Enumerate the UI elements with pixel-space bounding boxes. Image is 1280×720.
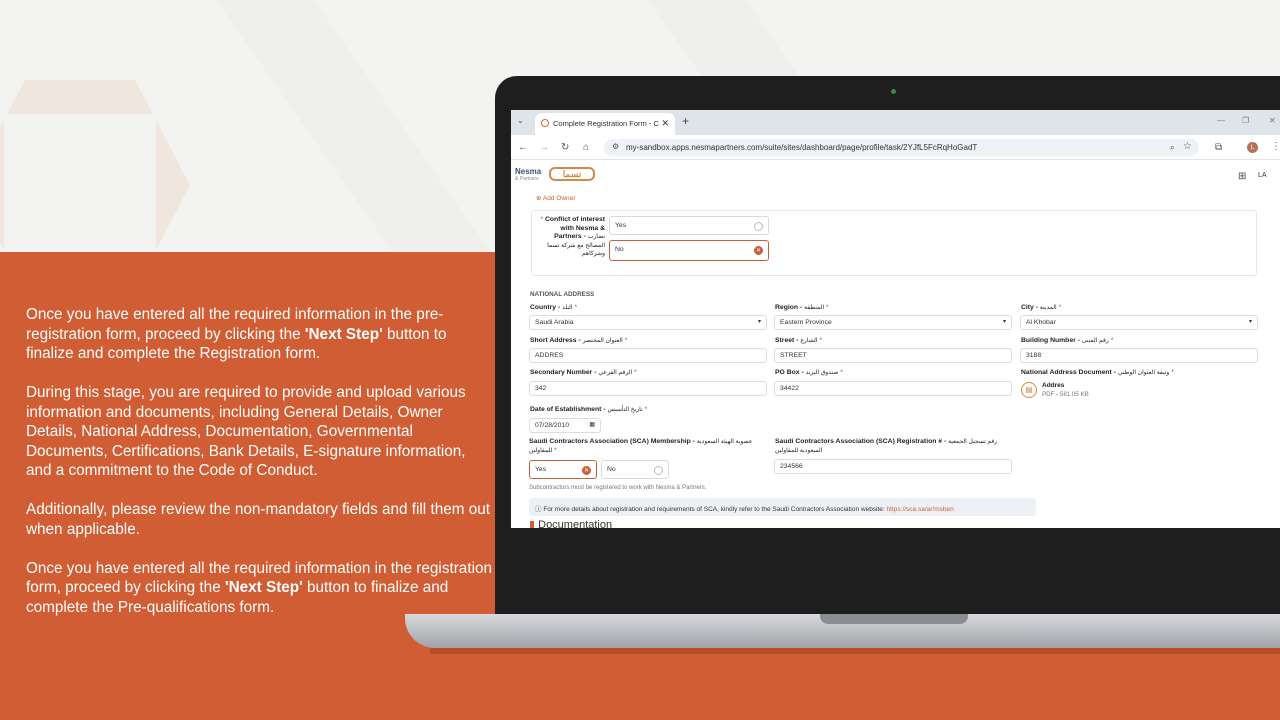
sca-website-link[interactable]: https://sca.sa/ar/msben: [887, 506, 954, 513]
new-tab-icon[interactable]: +: [682, 114, 689, 128]
chevron-down-icon: ▾: [1002, 319, 1006, 325]
restore-icon[interactable]: ❐: [1242, 116, 1249, 125]
conflict-option-yes[interactable]: Yes: [609, 216, 769, 235]
browser-tab[interactable]: Complete Registration Form - C ✕: [535, 113, 675, 135]
sca-info-banner: ⓘ For more details about registration an…: [529, 498, 1036, 516]
add-owner-link[interactable]: ⊕ Add Owner: [536, 194, 575, 202]
tab-title: Complete Registration Form - C: [553, 119, 659, 128]
paragraph: Once you have entered all the required i…: [26, 559, 492, 616]
date-of-establishment-label: Date of Establishment - تاريخ التأسيس *: [530, 406, 648, 413]
po-box-label: PO Box - صندوق البريد *: [775, 369, 843, 376]
country-label: Country - البلد *: [530, 304, 578, 311]
conflict-label: * Conflict of interest with Nesma & Part…: [540, 216, 605, 257]
region-label: Region - المنطقة *: [775, 304, 829, 311]
calendar-icon[interactable]: ▦: [589, 421, 595, 428]
close-tab-icon[interactable]: ✕: [661, 118, 669, 129]
date-of-establishment-input[interactable]: 07/28/2010 ▦: [529, 418, 601, 433]
browser-menu-icon[interactable]: ⋮: [1271, 141, 1280, 152]
radio-checked-icon: ✕: [754, 246, 763, 255]
extensions-icon[interactable]: ⧉: [1215, 142, 1222, 153]
sca-registration-label: Saudi Contractors Association (SCA) Regi…: [775, 438, 998, 454]
sca-option-yes[interactable]: Yes ✕: [529, 460, 597, 479]
paragraph: Additionally, please review the non-mand…: [26, 501, 490, 538]
pdf-file-icon[interactable]: ▤: [1021, 382, 1037, 398]
favicon-icon: [541, 119, 549, 127]
zoom-icon[interactable]: ⌕: [1170, 142, 1175, 153]
company-logo: Nesma & Partners نسما: [515, 167, 595, 182]
sca-note: Subcontractors must be registered to wor…: [529, 485, 707, 491]
browser-tab-bar: ⌄ Complete Registration Form - C ✕ + — ❐…: [511, 110, 1280, 135]
national-address-document-label: National Address Document - وثيقة العنوا…: [1021, 369, 1174, 376]
app-header: Nesma & Partners نسما ⊞ LA: [511, 160, 1280, 192]
back-icon[interactable]: ←: [518, 142, 528, 153]
building-number-input[interactable]: 3188: [1020, 348, 1258, 363]
radio-checked-icon: ✕: [582, 466, 591, 475]
short-address-input[interactable]: ADDRES: [529, 348, 767, 363]
laptop-notch: [820, 614, 968, 624]
slide-text: Once you have entered all the required i…: [26, 305, 494, 637]
laptop-shadow: [430, 648, 1280, 654]
city-label: City - المدينة *: [1021, 304, 1062, 311]
profile-avatar[interactable]: L: [1247, 142, 1258, 153]
document-icon: ▮: [529, 519, 536, 528]
chevron-down-icon: ▾: [757, 319, 761, 325]
document-meta: PDF - 581.05 KB: [1042, 391, 1089, 398]
url-text: my-sandbox.apps.nesmapartners.com/suite/…: [626, 143, 978, 152]
sca-option-no[interactable]: No: [601, 460, 669, 479]
minimize-icon[interactable]: —: [1217, 116, 1225, 125]
browser-toolbar: ← → ↻ ⌂ ⚙ my-sandbox.apps.nesmapartners.…: [511, 135, 1280, 160]
window-close-icon[interactable]: ✕: [1269, 116, 1276, 125]
sca-registration-input[interactable]: 234566: [774, 459, 1012, 474]
diagonal-decoration: [216, 0, 524, 252]
documentation-heading: ▮ Documentation: [529, 518, 612, 528]
radio-icon: [654, 466, 663, 475]
secondary-number-label: Secondary Number - الرقم الفرعي *: [530, 369, 637, 376]
home-icon[interactable]: ⌂: [583, 142, 589, 153]
document-name[interactable]: Addres: [1042, 382, 1064, 389]
bookmark-star-icon[interactable]: ☆: [1183, 141, 1192, 152]
street-input[interactable]: STREET: [774, 348, 1012, 363]
tab-search-icon[interactable]: ⌄: [517, 116, 524, 125]
city-select[interactable]: Al Khobar ▾: [1020, 315, 1258, 330]
hexagon-decoration: [0, 80, 190, 252]
forward-icon[interactable]: →: [539, 142, 549, 153]
user-initials[interactable]: LA: [1258, 172, 1267, 179]
po-box-input[interactable]: 34422: [774, 381, 1012, 396]
chevron-down-icon: ▾: [1248, 319, 1252, 325]
building-number-label: Building Number - رقم المبنى *: [1021, 337, 1114, 344]
webcam: [891, 89, 896, 94]
paragraph: During this stage, you are required to p…: [26, 384, 466, 479]
sca-membership-label: Saudi Contractors Association (SCA) Memb…: [529, 438, 753, 454]
conflict-option-no[interactable]: No ✕: [609, 240, 769, 261]
site-settings-icon[interactable]: ⚙: [612, 142, 619, 151]
short-address-label: Short Address - العنوان المختصر *: [530, 337, 628, 344]
reload-icon[interactable]: ↻: [561, 142, 569, 153]
radio-icon: [754, 222, 763, 231]
national-address-heading: NATIONAL ADDRESS: [530, 291, 595, 298]
secondary-number-input[interactable]: 342: [529, 381, 767, 396]
country-select[interactable]: Saudi Arabia ▾: [529, 315, 767, 330]
street-label: Street - الشارع *: [775, 337, 823, 344]
laptop-screen: ⌄ Complete Registration Form - C ✕ + — ❐…: [511, 110, 1280, 528]
region-select[interactable]: Eastern Province ▾: [774, 315, 1012, 330]
paragraph: Once you have entered all the required i…: [26, 306, 447, 362]
apps-grid-icon[interactable]: ⊞: [1238, 171, 1246, 182]
address-bar[interactable]: ⚙ my-sandbox.apps.nesmapartners.com/suit…: [604, 139, 1199, 156]
